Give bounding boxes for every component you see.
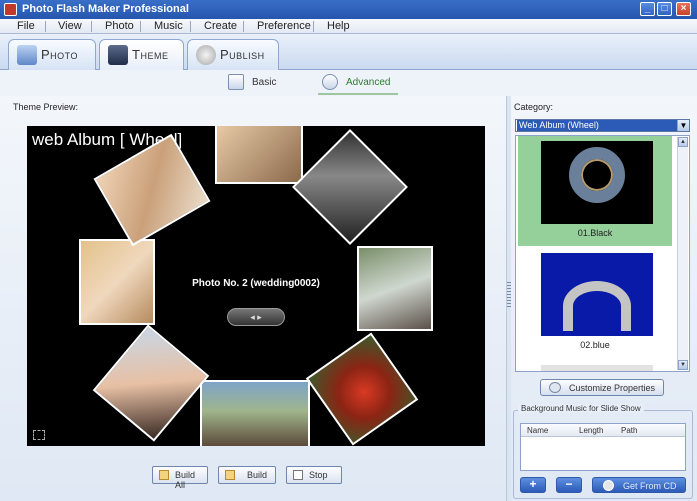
- music-table[interactable]: Name Length Path: [520, 423, 686, 471]
- wheel-photo[interactable]: [93, 133, 211, 247]
- column-length[interactable]: Length: [579, 426, 603, 435]
- theme-list[interactable]: 01.Black 02.blue ▲ ▼: [515, 135, 690, 372]
- add-music-button[interactable]: +: [520, 477, 546, 493]
- background-music-title: Background Music for Slide Show: [518, 404, 644, 413]
- advanced-icon: [322, 74, 338, 90]
- theme-item-black[interactable]: 01.Black: [518, 136, 672, 246]
- theme-preview-label: Theme Preview:: [13, 102, 79, 112]
- play-pause-button[interactable]: ◂ ▸: [227, 308, 285, 326]
- theme-thumbnail: [541, 365, 653, 371]
- build-all-button[interactable]: Build All: [152, 466, 208, 490]
- theme-icon: [108, 45, 128, 65]
- photo-icon: [17, 45, 37, 65]
- scroll-up-icon[interactable]: ▲: [678, 137, 688, 147]
- subtab-basic[interactable]: Basic: [228, 73, 288, 93]
- title-bar: Photo Flash Maker Professional _ □ ×: [0, 0, 697, 19]
- menu-bar: File View Photo Music Create Preference …: [0, 19, 697, 34]
- app-icon: [4, 3, 17, 16]
- gear-icon: [549, 382, 561, 393]
- fullscreen-icon[interactable]: [33, 430, 45, 440]
- wheel-photo[interactable]: [92, 324, 210, 442]
- build-all-label: Build All: [175, 470, 196, 490]
- basic-icon: [228, 74, 244, 90]
- panel-splitter[interactable]: [506, 96, 511, 501]
- chevron-down-icon[interactable]: ▼: [677, 120, 689, 131]
- build-label: Build: [247, 470, 268, 480]
- tab-theme[interactable]: Theme: [99, 39, 184, 71]
- menu-separator: [243, 21, 244, 32]
- customize-properties-label: Customize Properties: [569, 383, 656, 393]
- menu-file[interactable]: File: [17, 20, 35, 32]
- wheel-thumbnail-shape: [563, 281, 631, 331]
- wheel-photo[interactable]: [200, 380, 310, 446]
- category-selected-value: Web Album (Wheel): [517, 120, 677, 131]
- wheel-photo[interactable]: [292, 129, 408, 245]
- main-tab-bar: Photo Theme Publish: [0, 34, 697, 71]
- close-button[interactable]: ×: [676, 2, 691, 16]
- column-path[interactable]: Path: [621, 426, 637, 435]
- build-button[interactable]: Build: [218, 466, 276, 484]
- menu-separator: [313, 21, 314, 32]
- theme-thumbnail: [541, 141, 653, 224]
- customize-properties-button[interactable]: Customize Properties: [540, 379, 664, 396]
- photo-caption: Photo No. 2 (wedding0002): [192, 278, 320, 289]
- wheel-photo[interactable]: [215, 126, 303, 184]
- tab-photo-label: Photo: [41, 47, 79, 62]
- subtab-basic-label: Basic: [252, 77, 277, 88]
- menu-separator: [91, 21, 92, 32]
- scroll-down-icon[interactable]: ▼: [678, 360, 688, 370]
- publish-icon: [196, 45, 216, 65]
- maximize-button[interactable]: □: [657, 2, 672, 16]
- menu-help[interactable]: Help: [327, 20, 350, 32]
- tab-publish-label: Publish: [220, 47, 265, 62]
- build-icon: [225, 470, 235, 480]
- column-name[interactable]: Name: [527, 426, 548, 435]
- menu-photo[interactable]: Photo: [105, 20, 134, 32]
- menu-separator: [190, 21, 191, 32]
- wheel-thumbnail-shape: [569, 147, 625, 203]
- tab-theme-label: Theme: [132, 47, 169, 62]
- music-table-header: Name Length Path: [521, 424, 685, 437]
- stop-icon: [293, 470, 303, 480]
- tab-publish[interactable]: Publish: [187, 39, 279, 70]
- menu-music[interactable]: Music: [154, 20, 183, 32]
- category-dropdown[interactable]: Web Album (Wheel) ▼: [515, 119, 690, 132]
- window-title: Photo Flash Maker Professional: [22, 3, 189, 15]
- tab-photo[interactable]: Photo: [8, 39, 96, 70]
- menu-separator: [45, 21, 46, 32]
- stop-button[interactable]: Stop: [286, 466, 342, 484]
- theme-item-partial[interactable]: [518, 360, 672, 371]
- minimize-button[interactable]: _: [640, 2, 655, 16]
- theme-thumbnail: [541, 253, 653, 336]
- build-all-icon: [159, 470, 169, 480]
- cd-icon: [603, 480, 614, 491]
- splitter-grip[interactable]: [507, 282, 511, 308]
- active-subtab-indicator: [318, 93, 398, 95]
- theme-preview[interactable]: web Album [ Wheel] Photo No. 2 (wedding0…: [27, 126, 485, 446]
- theme-item-blue[interactable]: 02.blue: [518, 248, 672, 358]
- stop-label: Stop: [309, 470, 328, 480]
- subtab-advanced[interactable]: Advanced: [322, 73, 402, 93]
- category-label: Category:: [514, 102, 554, 112]
- menu-separator: [140, 21, 141, 32]
- get-from-cd-label: Get From CD: [623, 481, 677, 491]
- theme-name: 02.blue: [580, 340, 610, 350]
- menu-create[interactable]: Create: [204, 20, 237, 32]
- theme-list-scrollbar[interactable]: ▲ ▼: [677, 137, 688, 370]
- theme-name: 01.Black: [577, 228, 613, 238]
- get-from-cd-button[interactable]: Get From CD: [592, 477, 686, 493]
- menu-preference[interactable]: Preference: [257, 20, 311, 32]
- remove-music-button[interactable]: −: [556, 477, 582, 493]
- menu-view[interactable]: View: [58, 20, 82, 32]
- wheel-photo[interactable]: [305, 332, 419, 446]
- app-window: Photo Flash Maker Professional _ □ × Fil…: [0, 0, 697, 501]
- subtab-advanced-label: Advanced: [346, 77, 391, 88]
